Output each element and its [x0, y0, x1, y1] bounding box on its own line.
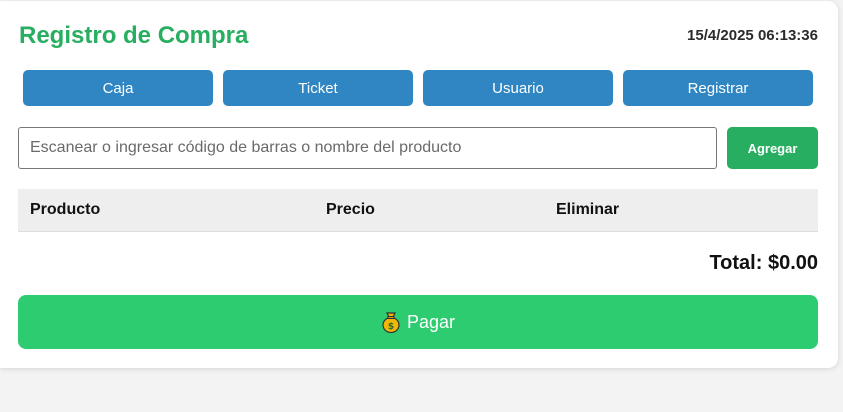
column-header-eliminar: Eliminar [556, 201, 620, 218]
nav-button-usuario[interactable]: Usuario [423, 70, 613, 106]
products-table: Producto Precio Eliminar [18, 189, 818, 232]
pay-button-label: Pagar [406, 311, 456, 332]
nav-bar: Caja Ticket Usuario Registrar [23, 70, 813, 106]
datetime-display: 15/4/2025 06:13:36 [687, 27, 818, 44]
nav-button-registrar[interactable]: Registrar [623, 70, 813, 106]
pay-button[interactable]: $ Pagar [18, 295, 818, 349]
purchase-card: Registro de Compra 15/4/2025 06:13:36 Ca… [0, 1, 838, 368]
nav-button-ticket[interactable]: Ticket [223, 70, 413, 106]
add-button[interactable]: Agregar [727, 127, 818, 169]
svg-text:$: $ [388, 322, 394, 332]
table-header: Producto Precio Eliminar [18, 189, 818, 232]
money-bag-icon: $ [381, 311, 401, 334]
column-header-precio: Precio [326, 201, 375, 218]
product-search-input[interactable] [18, 127, 717, 169]
page-title: Registro de Compra [19, 22, 249, 49]
column-header-producto: Producto [30, 201, 101, 218]
nav-button-caja[interactable]: Caja [23, 70, 213, 106]
total-amount: Total: $0.00 [709, 252, 818, 274]
